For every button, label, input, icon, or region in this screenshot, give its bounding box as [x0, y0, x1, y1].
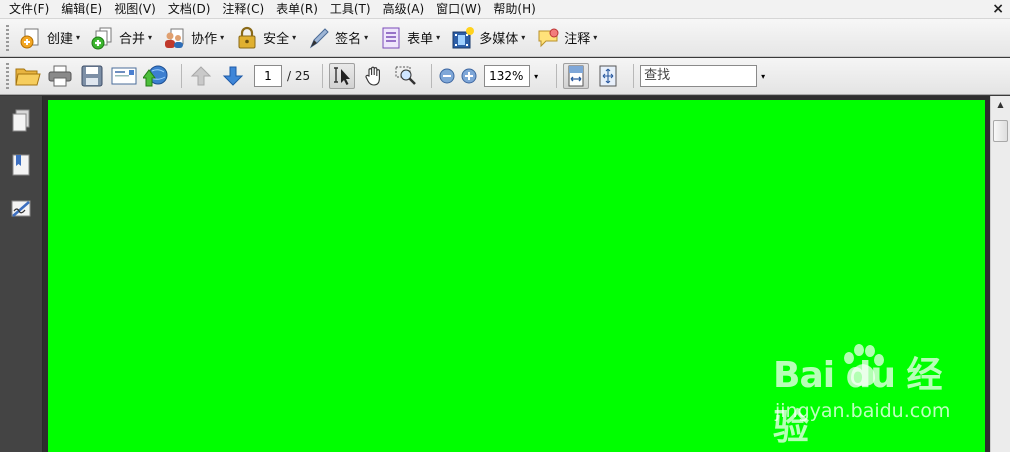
- file-toolbar: 1 / 25 132% ▾ 查找 ▾: [0, 58, 1010, 95]
- watermark-logo-text: Bai du 经验: [773, 355, 943, 448]
- comment-label: 注释: [564, 32, 591, 47]
- multimedia-label: 多媒体: [479, 32, 519, 47]
- menu-view[interactable]: 视图(V): [108, 0, 162, 19]
- chevron-down-icon: ▾: [521, 33, 526, 42]
- arrow-up-icon: [190, 66, 212, 86]
- next-page-button[interactable]: [220, 63, 246, 89]
- create-button[interactable]: 创建 ▾: [15, 23, 84, 53]
- zoom-out-icon: [439, 68, 455, 84]
- comment-icon: [538, 28, 559, 47]
- menu-bar: 文件(F) 编辑(E) 视图(V) 文档(D) 注释(C) 表单(R) 工具(T…: [0, 0, 1010, 19]
- fit-width-button[interactable]: [563, 63, 590, 89]
- close-document-button[interactable]: ×: [992, 0, 1004, 19]
- task-toolbar: 创建 ▾ 合并 ▾ 协作 ▾ 安全 ▾ 签名 ▾ 表单 ▾ 多媒体 ▾ 注释 ▾: [0, 19, 1010, 57]
- pen-icon: [310, 27, 329, 48]
- page-total: / 25: [287, 69, 311, 83]
- pages-icon[interactable]: [9, 108, 33, 134]
- watermark-url: jingyan.baidu.com: [775, 400, 951, 422]
- multimedia-icon: [452, 26, 475, 48]
- menu-help[interactable]: 帮助(H): [487, 0, 541, 19]
- chevron-down-icon: ▾: [148, 33, 153, 42]
- upload-web-button[interactable]: [143, 63, 169, 89]
- fit-page-icon: [599, 65, 617, 87]
- toolbar-separator: [322, 64, 324, 88]
- navigation-panel: [0, 96, 43, 452]
- envelope-icon: [111, 67, 137, 85]
- chevron-down-icon: ▾: [292, 33, 297, 42]
- sign-button[interactable]: 签名 ▾: [303, 23, 372, 53]
- menu-file[interactable]: 文件(F): [0, 0, 55, 19]
- menu-forms[interactable]: 表单(R): [270, 0, 324, 19]
- menu-comments[interactable]: 注释(C): [216, 0, 270, 19]
- chevron-down-icon: ▾: [593, 33, 598, 42]
- sign-label: 签名: [335, 32, 362, 47]
- security-button[interactable]: 安全 ▾: [231, 23, 300, 53]
- baidu-watermark: Bai du 经验 jingyan.baidu.com: [773, 344, 973, 448]
- open-button[interactable]: [15, 63, 41, 89]
- toolbar-grip[interactable]: [6, 24, 9, 51]
- save-disk-icon: [81, 65, 103, 87]
- bookmarks-icon[interactable]: [9, 152, 33, 178]
- hand-icon: [365, 66, 381, 86]
- collaborate-label: 协作: [191, 32, 218, 47]
- signatures-icon[interactable]: [9, 196, 33, 222]
- previous-page-button[interactable]: [188, 63, 214, 89]
- hand-tool-button[interactable]: [361, 63, 387, 89]
- find-dropdown-icon[interactable]: ▾: [761, 72, 765, 81]
- combine-label: 合并: [119, 32, 146, 47]
- toolbar-separator: [431, 64, 433, 88]
- menu-document[interactable]: 文档(D): [162, 0, 217, 19]
- security-label: 安全: [263, 32, 290, 47]
- chevron-down-icon: ▾: [220, 33, 225, 42]
- email-button[interactable]: [111, 63, 137, 89]
- arrow-down-icon: [222, 66, 244, 86]
- zoom-in-button[interactable]: [460, 63, 478, 89]
- menu-tools[interactable]: 工具(T): [324, 0, 377, 19]
- fit-page-button[interactable]: [595, 63, 621, 89]
- scroll-thumb[interactable]: [993, 120, 1008, 142]
- zoom-level-input[interactable]: 132%: [484, 65, 531, 87]
- toolbar-separator: [633, 64, 635, 88]
- chevron-down-icon: ▾: [364, 33, 369, 42]
- toolbar-separator: [556, 64, 558, 88]
- multimedia-button[interactable]: 多媒体 ▾: [447, 23, 529, 53]
- lock-icon: [238, 26, 256, 48]
- toolbar-grip[interactable]: [6, 63, 9, 89]
- globe-upload-icon: [143, 65, 168, 87]
- zoom-marquee-icon: [395, 66, 417, 85]
- page-number-input[interactable]: 1: [254, 65, 282, 87]
- chevron-down-icon: ▾: [76, 33, 81, 42]
- zoom-out-button[interactable]: [438, 63, 456, 89]
- collaborate-button[interactable]: 协作 ▾: [159, 23, 228, 53]
- fit-width-icon: [568, 65, 584, 87]
- forms-label: 表单: [407, 32, 434, 47]
- menu-window[interactable]: 窗口(W): [430, 0, 487, 19]
- vertical-scrollbar[interactable]: ▲: [990, 96, 1010, 452]
- printer-icon: [48, 65, 72, 87]
- combine-button[interactable]: 合并 ▾: [87, 23, 156, 53]
- combine-icon: [91, 27, 112, 49]
- text-cursor-arrow-icon: [334, 67, 351, 85]
- save-button[interactable]: [79, 63, 105, 89]
- marquee-zoom-button[interactable]: [393, 63, 419, 89]
- select-tool-button[interactable]: [329, 63, 356, 89]
- form-icon: [382, 27, 400, 48]
- zoom-in-icon: [461, 68, 477, 84]
- forms-button[interactable]: 表单 ▾: [375, 23, 444, 53]
- create-icon: [20, 28, 39, 48]
- create-label: 创建: [47, 32, 74, 47]
- print-button[interactable]: [47, 63, 73, 89]
- chevron-down-icon: ▾: [436, 33, 441, 42]
- scroll-up-arrow-icon[interactable]: ▲: [993, 98, 1008, 112]
- menu-edit[interactable]: 编辑(E): [55, 0, 108, 19]
- folder-open-icon: [15, 68, 41, 86]
- toolbar-separator: [181, 64, 182, 88]
- menu-advanced[interactable]: 高级(A): [377, 0, 431, 19]
- zoom-dropdown-icon[interactable]: ▾: [530, 72, 542, 81]
- find-input[interactable]: 查找: [640, 65, 758, 87]
- comment-button[interactable]: 注释 ▾: [532, 23, 601, 53]
- collaborate-icon: [165, 28, 184, 48]
